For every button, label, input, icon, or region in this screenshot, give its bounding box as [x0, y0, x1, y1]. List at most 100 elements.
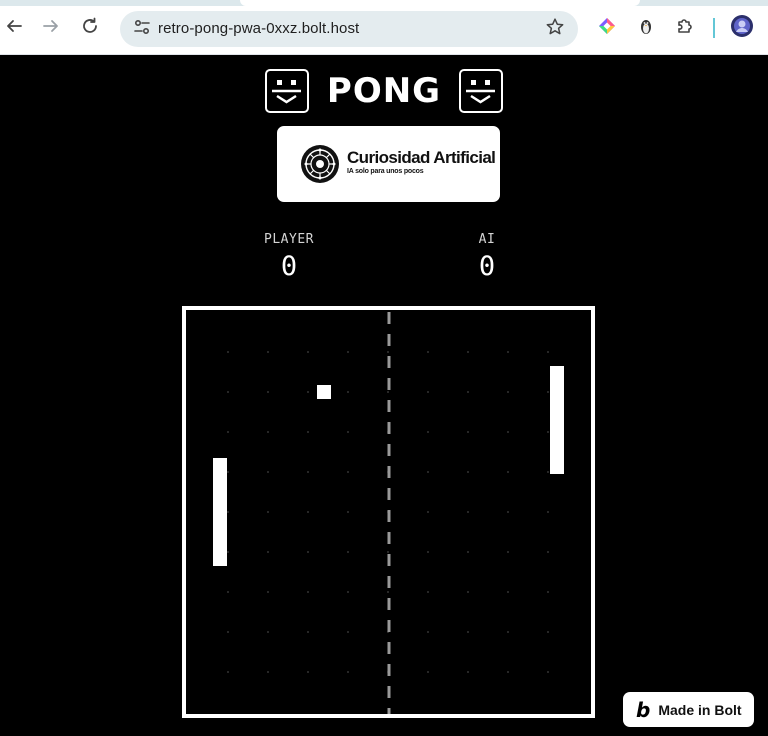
- ai-score-panel: AI 0: [427, 232, 547, 282]
- back-button[interactable]: [0, 14, 28, 42]
- game-header: PONG: [0, 68, 768, 114]
- grid-dot: [507, 631, 509, 633]
- grid-dot: [427, 431, 429, 433]
- sponsor-name: Curiosidad Artificial: [347, 148, 496, 167]
- player-paddle[interactable]: [213, 458, 227, 566]
- arrow-right-icon: [42, 17, 60, 39]
- grid-dot: [427, 551, 429, 553]
- grid-dot: [307, 551, 309, 553]
- smiley-face-icon: [459, 69, 504, 113]
- grid-dot: [347, 631, 349, 633]
- reload-icon: [81, 17, 99, 39]
- address-bar[interactable]: retro-pong-pwa-0xxz.bolt.host: [120, 11, 578, 47]
- grid-dot: [427, 471, 429, 473]
- sponsor-tagline: IA solo para unos pocos: [347, 168, 424, 175]
- grid-dot: [507, 551, 509, 553]
- grid-dot: [387, 391, 389, 393]
- grid-dot: [427, 591, 429, 593]
- grid-dot: [307, 591, 309, 593]
- grid-dot: [267, 631, 269, 633]
- grid-dot: [507, 591, 509, 593]
- bookmark-button[interactable]: [542, 16, 568, 42]
- arrow-left-icon: [5, 17, 23, 39]
- grid-dot: [307, 351, 309, 353]
- grid-dot: [347, 511, 349, 513]
- ai-paddle: [550, 366, 564, 474]
- grid-dot: [507, 431, 509, 433]
- grid-dot: [347, 591, 349, 593]
- grid-dot: [227, 511, 229, 513]
- grid-dot: [267, 471, 269, 473]
- grid-dot: [347, 351, 349, 353]
- penguin-icon: [637, 16, 655, 40]
- grid-dot: [347, 391, 349, 393]
- grid-dot: [467, 671, 469, 673]
- grid-dot: [547, 671, 549, 673]
- tune-icon: [133, 18, 151, 40]
- grid-dot: [467, 631, 469, 633]
- puzzle-icon: [675, 16, 695, 40]
- grid-dot: [547, 391, 549, 393]
- profile-button[interactable]: [729, 15, 755, 41]
- extension-penguin-button[interactable]: [633, 15, 659, 41]
- grid-dot: [347, 471, 349, 473]
- grid-dot: [467, 591, 469, 593]
- grid-dot: [267, 671, 269, 673]
- grid-dot: [467, 551, 469, 553]
- sponsor-logo-card[interactable]: Curiosidad Artificial IA solo para unos …: [277, 126, 500, 202]
- extension-diamond-button[interactable]: [594, 15, 620, 41]
- ai-score-value: 0: [478, 251, 496, 282]
- toolbar-divider: [713, 18, 715, 38]
- grid-dot: [227, 471, 229, 473]
- grid-dot: [507, 471, 509, 473]
- reload-button[interactable]: [76, 14, 104, 42]
- grid-dot: [467, 351, 469, 353]
- forward-button[interactable]: [37, 14, 65, 42]
- grid-dot: [267, 351, 269, 353]
- grid-dot: [307, 431, 309, 433]
- grid-dot: [307, 671, 309, 673]
- player-score-label: PLAYER: [264, 232, 314, 247]
- colorful-diamond-icon: [597, 16, 617, 40]
- grid-dot: [507, 391, 509, 393]
- player-score-value: 0: [280, 251, 298, 282]
- url-text[interactable]: retro-pong-pwa-0xxz.bolt.host: [158, 20, 359, 37]
- grid-dot: [467, 511, 469, 513]
- made-in-bolt-label: Made in Bolt: [658, 701, 742, 718]
- grid-dot: [467, 471, 469, 473]
- grid-dot: [307, 511, 309, 513]
- grid-dot: [267, 431, 269, 433]
- grid-dot: [427, 351, 429, 353]
- star-icon: [545, 17, 565, 41]
- court-markings: [227, 312, 549, 714]
- circuit-brain-icon: [299, 143, 341, 189]
- grid-dot: [507, 511, 509, 513]
- game-court[interactable]: [182, 306, 595, 718]
- grid-dot: [267, 511, 269, 513]
- grid-dot: [427, 671, 429, 673]
- grid-dot: [427, 631, 429, 633]
- grid-dot: [427, 391, 429, 393]
- grid-dot: [267, 551, 269, 553]
- grid-dot: [267, 591, 269, 593]
- made-in-bolt-badge[interactable]: b Made in Bolt: [623, 692, 754, 727]
- grid-dot: [387, 351, 389, 353]
- grid-dot: [547, 351, 549, 353]
- grid-dot: [227, 351, 229, 353]
- ball: [317, 385, 331, 399]
- grid-dot: [547, 591, 549, 593]
- bolt-b-icon: b: [636, 697, 651, 722]
- extensions-button[interactable]: [672, 15, 698, 41]
- grid-dot: [347, 551, 349, 553]
- grid-dot: [467, 431, 469, 433]
- avatar: [730, 14, 754, 42]
- smiley-face-icon: [264, 69, 309, 113]
- grid-dot: [507, 671, 509, 673]
- grid-dot: [307, 631, 309, 633]
- grid-dot: [227, 631, 229, 633]
- site-info-button[interactable]: [128, 15, 156, 43]
- grid-dot: [507, 351, 509, 353]
- grid-dot: [387, 591, 389, 593]
- grid-dot: [427, 511, 429, 513]
- grid-dot: [467, 391, 469, 393]
